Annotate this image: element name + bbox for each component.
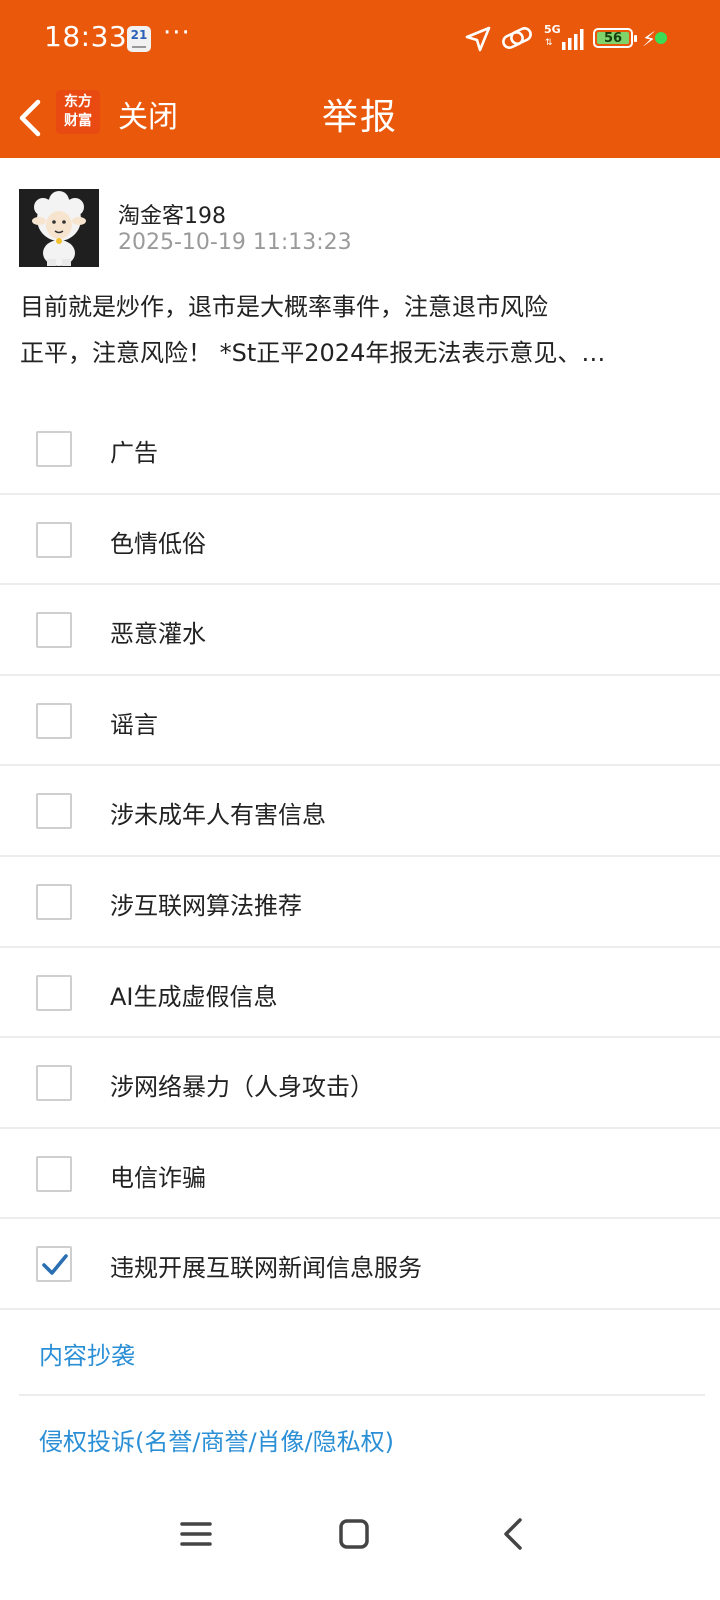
system-back-button[interactable] — [484, 1504, 544, 1564]
checkbox[interactable] — [36, 974, 72, 1011]
infringement-complaint-link[interactable]: 侵权投诉(名誉/商誉/肖像/隐私权) — [0, 1396, 720, 1482]
signal-icon: 5G ⇅ — [544, 24, 588, 52]
checkbox[interactable] — [36, 1155, 72, 1192]
checkbox-checked[interactable] — [36, 1246, 72, 1283]
report-option[interactable]: AI生成虚假信息 — [0, 948, 720, 1039]
checkbox[interactable] — [36, 612, 72, 649]
calendar-notification-icon: 21 — [127, 26, 151, 52]
checkbox[interactable] — [36, 1065, 72, 1102]
report-option-label: 涉未成年人有害信息 — [110, 801, 326, 830]
square-home-icon — [339, 1519, 369, 1549]
status-bar: 18:33 21 ··· 5G ⇅ 56 ⚡ — [0, 0, 720, 78]
post-username: 淘金客198 — [118, 204, 226, 229]
privacy-indicator-icon — [655, 32, 667, 44]
system-navigation-bar — [0, 1490, 720, 1600]
checkbox[interactable] — [36, 702, 72, 739]
recent-apps-button[interactable] — [166, 1504, 226, 1564]
hotspot-link-icon — [502, 27, 532, 49]
checkbox[interactable] — [36, 883, 72, 920]
report-option[interactable]: 电信诈骗 — [0, 1129, 720, 1220]
home-button[interactable] — [324, 1504, 384, 1564]
more-notifications-icon: ··· — [163, 18, 191, 48]
report-option[interactable]: 违规开展互联网新闻信息服务 — [0, 1219, 720, 1310]
report-option-label: 广告 — [110, 439, 158, 467]
report-option-label: AI生成虚假信息 — [110, 982, 278, 1011]
check-icon — [42, 1254, 68, 1276]
post-timestamp: 2025-10-19 11:13:23 — [118, 230, 352, 255]
plagiarism-link-label: 内容抄袭 — [39, 1342, 135, 1370]
checkbox[interactable] — [36, 521, 72, 558]
report-option-label: 涉网络暴力（人身攻击） — [110, 1073, 374, 1102]
avatar — [19, 189, 99, 267]
report-option-label: 恶意灌水 — [110, 620, 206, 649]
report-option[interactable]: 恶意灌水 — [0, 585, 720, 676]
report-screen: 18:33 21 ··· 5G ⇅ 56 ⚡ 东方 财富 关闭 举报 淘金客19… — [0, 0, 720, 1600]
charging-icon: ⚡ — [642, 27, 657, 51]
battery-level: 56 — [597, 32, 629, 45]
sheep-avatar-icon — [19, 189, 99, 267]
app-header: 18:33 21 ··· 5G ⇅ 56 ⚡ 东方 财富 关闭 举报 — [0, 0, 720, 158]
checkbox[interactable] — [36, 431, 72, 467]
report-reason-list: 广告色情低俗恶意灌水谣言涉未成年人有害信息 涉互联网算法推荐 AI生成虚假信息涉网络… — [0, 404, 720, 1310]
report-option-label: 涉互联网算法推荐 — [110, 891, 302, 920]
chevron-left-icon — [504, 1518, 522, 1550]
post-text-line: 正平，注意风险！ *St正平2024年报无法表示意见、… — [20, 339, 606, 367]
post-content: 目前就是炒作，退市是大概率事件，注意退市风险 正平，注意风险！ *St正平202… — [20, 284, 700, 376]
report-option-label: 电信诈骗 — [110, 1163, 206, 1192]
report-option[interactable]: 涉网络暴力（人身攻击） — [0, 1038, 720, 1129]
report-option-label: 谣言 — [110, 710, 158, 739]
location-arrow-icon — [465, 26, 491, 52]
report-option-label: 违规开展互联网新闻信息服务 — [110, 1254, 422, 1283]
report-option[interactable]: 色情低俗 — [0, 495, 720, 586]
report-option-label: 色情低俗 — [110, 529, 206, 558]
page-title: 举报 — [321, 97, 398, 138]
network-type: 5G — [544, 23, 561, 36]
title-bar: 东方 财富 关闭 举报 — [0, 78, 720, 158]
menu-icon — [180, 1522, 212, 1546]
report-option[interactable]: 谣言 — [0, 676, 720, 767]
report-option[interactable]: 涉未成年人有害信息 — [0, 766, 720, 857]
status-time: 18:33 — [44, 20, 128, 53]
checkbox[interactable] — [36, 793, 72, 830]
data-arrows-icon: ⇅ — [545, 38, 553, 48]
infringement-link-label: 侵权投诉(名誉/商誉/肖像/隐私权) — [39, 1428, 394, 1456]
report-option[interactable]: 广告 — [0, 404, 720, 495]
post-text-line: 目前就是炒作，退市是大概率事件，注意退市风险 — [20, 293, 548, 321]
plagiarism-link[interactable]: 内容抄袭 — [0, 1310, 720, 1396]
report-option[interactable]: 涉互联网算法推荐 — [0, 857, 720, 948]
battery-icon: 56 — [593, 28, 637, 48]
